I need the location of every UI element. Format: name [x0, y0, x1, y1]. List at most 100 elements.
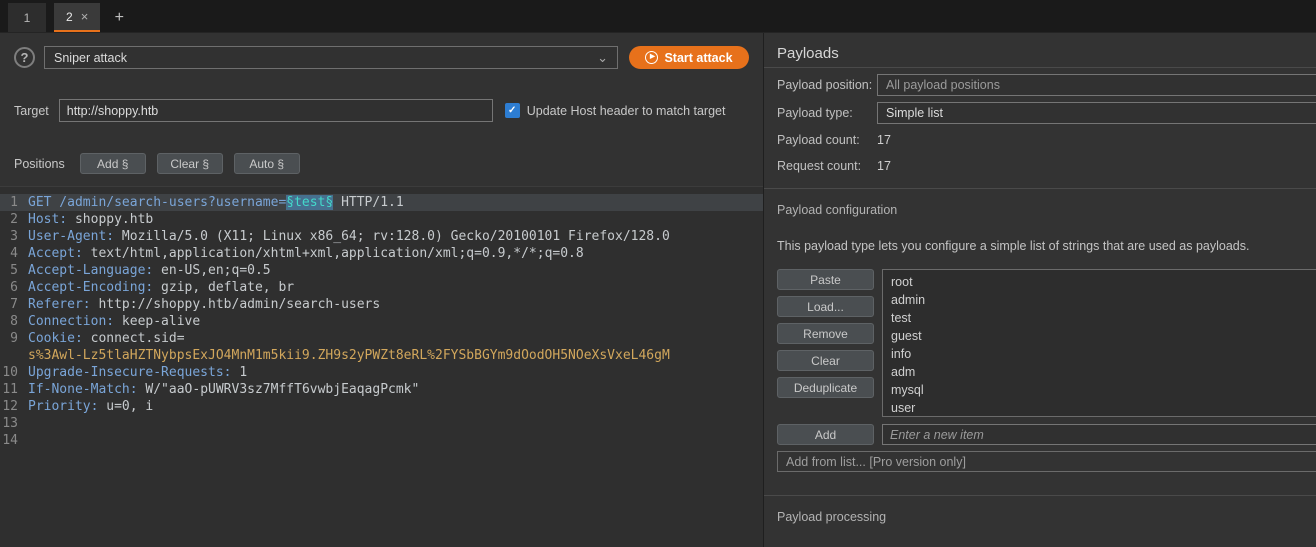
remove-button[interactable]: Remove [777, 323, 874, 344]
payload-list-item[interactable]: root [883, 273, 1316, 291]
request-line[interactable]: 6Accept-Encoding: gzip, deflate, br [0, 279, 763, 296]
line-number: 14 [0, 432, 18, 449]
line-number: 2 [0, 211, 18, 228]
line-number [0, 347, 18, 364]
request-line[interactable]: 4Accept: text/html,application/xhtml+xml… [0, 245, 763, 262]
line-number: 13 [0, 415, 18, 432]
payload-count-label: Payload count: [777, 133, 877, 147]
deduplicate-button[interactable]: Deduplicate [777, 377, 874, 398]
chevron-down-icon: ⌄ [597, 54, 608, 62]
clear-positions-button[interactable]: Clear § [157, 153, 223, 174]
payload-configuration-description: This payload type lets you configure a s… [764, 239, 1316, 253]
payload-position-row: Payload position: All payload positions [764, 74, 1316, 96]
payload-count-value: 17 [877, 133, 891, 147]
payloads-panel: Payloads Payload position: All payload p… [764, 33, 1316, 547]
request-count-label: Request count: [777, 159, 877, 173]
add-button[interactable]: Add [777, 424, 874, 445]
request-line[interactable]: 12Priority: u=0, i [0, 398, 763, 415]
separator [764, 495, 1316, 496]
request-editor[interactable]: 1GET /admin/search-users?username=§test§… [0, 186, 763, 547]
request-line[interactable]: s%3Awl-Lz5tlaHZTNybpsExJO4MnM1m5kii9.ZH9… [0, 347, 763, 364]
payload-list-item[interactable]: guest [883, 327, 1316, 345]
target-row: Target ✓ Update Host header to match tar… [0, 99, 763, 122]
attack-config-row: ? Sniper attack ⌄ ▶ Start attack [0, 33, 763, 69]
request-editor-lines: 1GET /admin/search-users?username=§test§… [0, 194, 763, 449]
request-line[interactable]: 1GET /admin/search-users?username=§test§… [0, 194, 763, 211]
play-icon: ▶ [645, 51, 658, 64]
request-line[interactable]: 10Upgrade-Insecure-Requests: 1 [0, 364, 763, 381]
request-line[interactable]: 2Host: shoppy.htb [0, 211, 763, 228]
start-attack-button[interactable]: ▶ Start attack [629, 46, 749, 69]
line-number: 8 [0, 313, 18, 330]
payload-list-item[interactable]: admin [883, 291, 1316, 309]
line-number: 7 [0, 296, 18, 313]
intruder-window: 1 2 × + ? Sniper attack ⌄ ▶ Start attack [0, 0, 1316, 547]
payload-list[interactable]: rootadmintestguestinfoadmmysqluser [882, 269, 1316, 417]
update-host-label: Update Host header to match target [527, 104, 726, 118]
payload-processing-title: Payload processing [764, 510, 1316, 524]
request-line[interactable]: 14 [0, 432, 763, 449]
tab-1-label: 1 [24, 11, 31, 25]
payload-list-item[interactable]: user [883, 399, 1316, 417]
attack-type-select[interactable]: Sniper attack ⌄ [44, 46, 618, 69]
line-number: 1 [0, 194, 18, 211]
request-line[interactable]: 3User-Agent: Mozilla/5.0 (X11; Linux x86… [0, 228, 763, 245]
auto-positions-button[interactable]: Auto § [234, 153, 300, 174]
payload-type-row: Payload type: Simple list [764, 102, 1316, 124]
new-tab-button[interactable]: + [106, 3, 132, 32]
clear-button[interactable]: Clear [777, 350, 874, 371]
payload-type-select[interactable]: Simple list [877, 102, 1316, 124]
request-count-value: 17 [877, 159, 891, 173]
attack-type-value: Sniper attack [54, 51, 127, 65]
line-number: 4 [0, 245, 18, 262]
positions-label: Positions [14, 157, 65, 171]
separator [764, 188, 1316, 189]
payload-position-label: Payload position: [777, 78, 877, 92]
payload-configuration-title: Payload configuration [764, 203, 1316, 217]
payload-position-select[interactable]: All payload positions [877, 74, 1316, 96]
add-item-row: Add [764, 424, 1316, 445]
line-number: 10 [0, 364, 18, 381]
request-line[interactable]: 8Connection: keep-alive [0, 313, 763, 330]
request-panel: ? Sniper attack ⌄ ▶ Start attack Target … [0, 33, 763, 547]
tab-bar: 1 2 × + [0, 0, 1316, 33]
tab-2-label: 2 [66, 10, 73, 24]
load-button[interactable]: Load... [777, 296, 874, 317]
add-from-list-select[interactable]: Add from list... [Pro version only] [777, 451, 1316, 472]
request-line[interactable]: 9Cookie: connect.sid= [0, 330, 763, 347]
update-host-checkbox[interactable]: ✓ [505, 103, 520, 118]
main-split: ? Sniper attack ⌄ ▶ Start attack Target … [0, 33, 1316, 547]
payload-list-item[interactable]: info [883, 345, 1316, 363]
close-tab-icon[interactable]: × [81, 10, 89, 23]
help-icon[interactable]: ? [14, 47, 35, 68]
tab-2[interactable]: 2 × [54, 3, 100, 32]
payload-list-area: Paste Load... Remove Clear Deduplicate r… [764, 269, 1316, 417]
line-number: 9 [0, 330, 18, 347]
new-item-input[interactable] [882, 424, 1316, 445]
payload-position-value: All payload positions [886, 78, 1000, 92]
tab-1[interactable]: 1 [8, 3, 46, 32]
target-input[interactable] [59, 99, 493, 122]
positions-toolbar: Positions Add § Clear § Auto § [0, 153, 763, 174]
payload-list-item[interactable]: mysql [883, 381, 1316, 399]
request-line[interactable]: 13 [0, 415, 763, 432]
payload-list-item[interactable]: test [883, 309, 1316, 327]
line-number: 12 [0, 398, 18, 415]
line-number: 6 [0, 279, 18, 296]
payload-type-label: Payload type: [777, 106, 877, 120]
target-label: Target [14, 104, 49, 118]
add-from-list-label: Add from list... [Pro version only] [786, 455, 966, 469]
request-line[interactable]: 5Accept-Language: en-US,en;q=0.5 [0, 262, 763, 279]
request-line[interactable]: 11If-None-Match: W/"aaO-pUWRV3sz7MffT6vw… [0, 381, 763, 398]
request-line[interactable]: 7Referer: http://shoppy.htb/admin/search… [0, 296, 763, 313]
request-count-row: Request count: 17 [764, 156, 1316, 176]
payload-list-item[interactable]: adm [883, 363, 1316, 381]
line-number: 11 [0, 381, 18, 398]
start-attack-label: Start attack [664, 51, 732, 65]
add-position-button[interactable]: Add § [80, 153, 146, 174]
separator [764, 67, 1316, 68]
payload-type-value: Simple list [886, 106, 943, 120]
paste-button[interactable]: Paste [777, 269, 874, 290]
line-number: 3 [0, 228, 18, 245]
payload-count-row: Payload count: 17 [764, 130, 1316, 150]
